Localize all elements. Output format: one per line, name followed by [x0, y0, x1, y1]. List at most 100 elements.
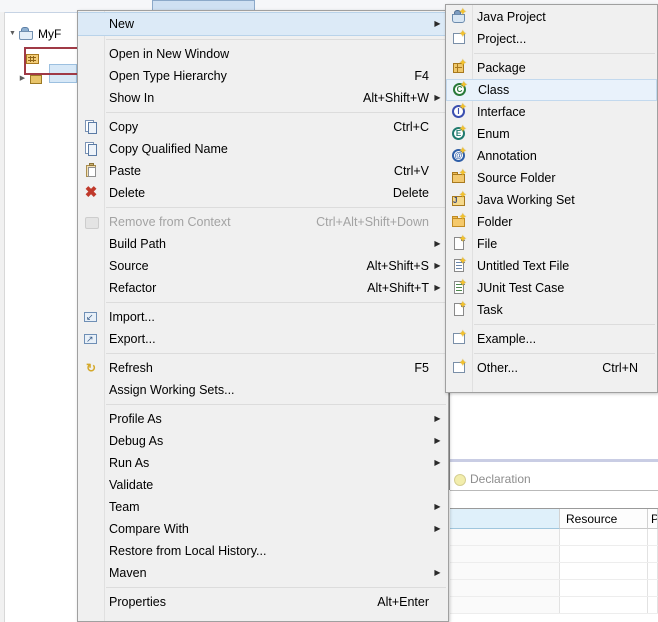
declaration-view-tab[interactable]: Declaration [450, 468, 658, 490]
menu-item-project[interactable]: ✦ Project... [446, 28, 657, 50]
new-submenu[interactable]: ✦ Java Project ✦ Project... ✦ Package C ✦ Class I… [445, 4, 658, 393]
task-icon: ✦ [446, 300, 472, 320]
menu-item-refactor[interactable]: Refactor Alt+Shift+T ▶ [78, 277, 448, 299]
menu-item-source-folder[interactable]: ✦ Source Folder [446, 167, 657, 189]
menu-item-copy[interactable]: Copy Ctrl+C [78, 116, 448, 138]
table-row[interactable] [450, 546, 658, 563]
menu-separator [106, 587, 446, 588]
tree-expand-arrow-icon[interactable]: ▼ [7, 25, 18, 43]
menu-item-debug-as[interactable]: Debug As ▶ [78, 430, 448, 452]
active-editor-tab[interactable] [152, 0, 255, 10]
menu-item-shortcut: F4 [414, 69, 429, 83]
menu-item-task[interactable]: ✦ Task [446, 299, 657, 321]
menu-item-new[interactable]: New ▶ [78, 12, 448, 36]
menu-item-paste[interactable]: Paste Ctrl+V [78, 160, 448, 182]
menu-item-label: Delete [109, 186, 146, 200]
menu-item-junit-test-case[interactable]: ✦ JUnit Test Case [446, 277, 657, 299]
menu-item-label: Other... [477, 361, 518, 375]
export-icon: ↗ [78, 329, 104, 349]
menu-item-run-as[interactable]: Run As ▶ [78, 452, 448, 474]
menu-item-restore-from-local-history[interactable]: Restore from Local History... [78, 540, 448, 562]
menu-item-source[interactable]: Source Alt+Shift+S ▶ [78, 255, 448, 277]
menu-item-delete[interactable]: ✖ Delete Delete [78, 182, 448, 204]
menu-item-open-type-hierarchy[interactable]: Open Type Hierarchy F4 [78, 65, 448, 87]
selected-tree-item-highlight [49, 64, 77, 83]
table-column-header[interactable]: P [648, 509, 658, 529]
menu-item-profile-as[interactable]: Profile As ▶ [78, 408, 448, 430]
menu-item-label: Import... [109, 310, 155, 324]
menu-item-label: Open Type Hierarchy [109, 69, 227, 83]
menu-item-compare-with[interactable]: Compare With ▶ [78, 518, 448, 540]
menu-item-icon-empty [78, 475, 104, 495]
import-icon: ↙ [78, 307, 104, 327]
table-column-header[interactable]: Resource [560, 509, 648, 529]
menu-item-other[interactable]: ✦ Other... Ctrl+N [446, 357, 657, 379]
menu-item-label: Class [478, 83, 510, 97]
menu-item-team[interactable]: Team ▶ [78, 496, 448, 518]
menu-item-maven[interactable]: Maven ▶ [78, 562, 448, 584]
project-context-menu[interactable]: New ▶ Open in New Window Open Type Hierarch… [77, 10, 449, 622]
table-header-row: Resource P [450, 509, 658, 529]
tree-row[interactable]: ▼ MyF [7, 25, 61, 43]
folder-icon: ✦ [446, 212, 472, 232]
other-icon: ✦ [446, 358, 472, 378]
menu-item-copy-qualified-name[interactable]: Copy Qualified Name [78, 138, 448, 160]
table-row[interactable] [450, 580, 658, 597]
declaration-view-tab-label: Declaration [470, 472, 531, 486]
file-icon: ✦ [446, 234, 472, 254]
menu-item-folder[interactable]: ✦ Folder [446, 211, 657, 233]
menu-item-show-in[interactable]: Show In Alt+Shift+W ▶ [78, 87, 448, 109]
menu-item-icon-empty [78, 563, 104, 583]
delete-icon: ✖ [84, 184, 98, 201]
menu-item-label: Source [109, 259, 149, 273]
menu-item-label: New [109, 17, 135, 31]
table-row[interactable] [450, 529, 658, 546]
menu-item-package[interactable]: ✦ Package [446, 57, 657, 79]
table-row[interactable] [450, 563, 658, 580]
chevron-right-icon: ▶ [434, 239, 441, 248]
menu-item-java-working-set[interactable]: J ✦ Java Working Set [446, 189, 657, 211]
menu-item-shortcut: Ctrl+V [393, 164, 429, 178]
context-menu-list: New ▶ Open in New Window Open Type Hierarch… [78, 11, 448, 613]
menu-item-refresh[interactable]: ↻ Refresh F5 [78, 357, 448, 379]
menu-item-class[interactable]: C ✦ Class [446, 79, 657, 101]
tree-row[interactable] [25, 50, 45, 68]
menu-separator [106, 39, 446, 40]
menu-item-untitled-text-file[interactable]: ✦ Untitled Text File [446, 255, 657, 277]
menu-item-label: Refactor [109, 281, 157, 295]
menu-item-build-path[interactable]: Build Path ▶ [78, 233, 448, 255]
menu-item-enum[interactable]: E ✦ Enum [446, 123, 657, 145]
menu-item-import[interactable]: ↙ Import... [78, 306, 448, 328]
menu-item-validate[interactable]: Validate [78, 474, 448, 496]
menu-item-file[interactable]: ✦ File [446, 233, 657, 255]
menu-item-icon-empty [78, 278, 104, 298]
menu-item-shortcut: Alt+Shift+T [367, 281, 429, 295]
declaration-icon [452, 472, 466, 486]
menu-item-interface[interactable]: I ✦ Interface [446, 101, 657, 123]
menu-item-remove-from-context[interactable]: Remove from Context Ctrl+Alt+Shift+Down [78, 211, 448, 233]
jar-library-icon [28, 71, 45, 87]
menu-item-properties[interactable]: Properties Alt+Enter [78, 591, 448, 613]
menu-item-label: File [477, 237, 498, 251]
tree-row[interactable]: ▶ [17, 70, 48, 88]
menu-item-label: Task [477, 303, 503, 317]
menu-item-shortcut: Alt+Enter [377, 595, 429, 609]
menu-item-export[interactable]: ↗ Export... [78, 328, 448, 350]
package-icon: ✦ [446, 58, 472, 78]
menu-item-example[interactable]: ✦ Example... [446, 328, 657, 350]
menu-item-icon-empty [78, 66, 104, 86]
menu-item-label: Team [109, 500, 140, 514]
enum-icon: E ✦ [446, 124, 472, 144]
paste-icon [78, 161, 104, 181]
menu-item-label: Open in New Window [109, 47, 230, 61]
menu-item-label: Copy [109, 120, 139, 134]
menu-item-java-project[interactable]: ✦ Java Project [446, 6, 657, 28]
table-column-header[interactable] [450, 509, 560, 529]
menu-item-icon-empty [78, 44, 104, 64]
tree-collapse-arrow-icon[interactable]: ▶ [17, 70, 28, 88]
menu-item-open-in-new-window[interactable]: Open in New Window [78, 43, 448, 65]
menu-item-annotation[interactable]: @ ✦ Annotation [446, 145, 657, 167]
menu-item-assign-working-sets[interactable]: Assign Working Sets... [78, 379, 448, 401]
table-row[interactable] [450, 597, 658, 614]
chevron-right-icon: ▶ [434, 414, 441, 423]
